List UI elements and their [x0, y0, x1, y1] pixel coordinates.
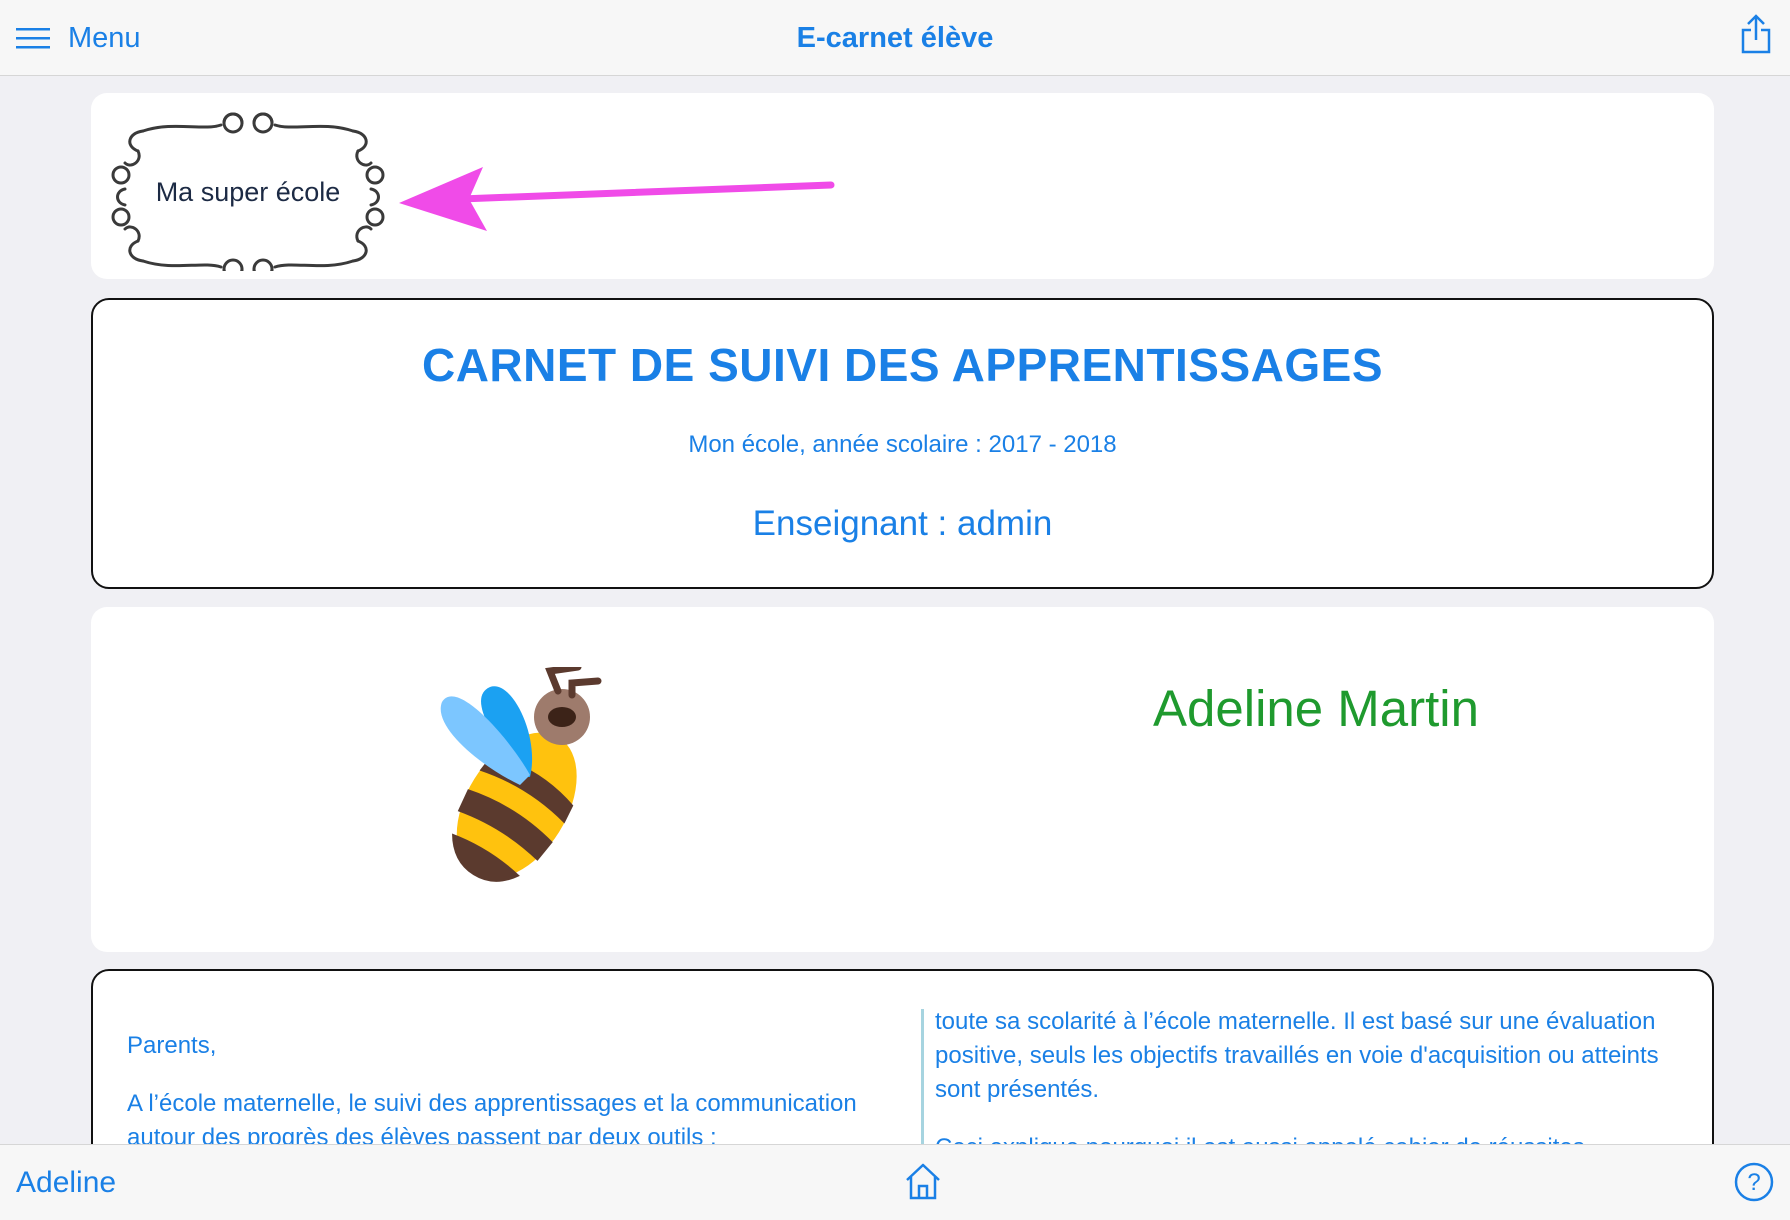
intro-text-card: Parents, A l’école maternelle, le suivi …: [91, 969, 1714, 1144]
help-button[interactable]: ?: [1734, 1162, 1774, 1207]
bee-icon: [440, 667, 602, 882]
svg-text:?: ?: [1747, 1169, 1760, 1196]
menu-label: Menu: [68, 21, 141, 54]
school-logo-card: Ma super école: [91, 93, 1714, 279]
student-card: Adeline Martin: [91, 607, 1714, 952]
pointer-arrow: [399, 167, 835, 231]
share-icon: [1741, 14, 1771, 54]
user-button[interactable]: Adeline: [16, 1145, 116, 1220]
school-year: Mon école, année scolaire : 2017 - 2018: [688, 431, 1117, 458]
title-card: CARNET DE SUIVI DES APPRENTISSAGES Mon é…: [91, 298, 1714, 589]
student-name: Adeline Martin: [1153, 680, 1479, 737]
page-title: E-carnet élève: [796, 21, 994, 54]
booklet-title: CARNET DE SUIVI DES APPRENTISSAGES: [421, 339, 1383, 391]
help-icon: ?: [1734, 1162, 1774, 1202]
top-bar: Menu E-carnet élève: [0, 0, 1790, 76]
share-button[interactable]: [1740, 14, 1772, 59]
content-area[interactable]: Ma super école CARNET DE SUIVI DES APPRE…: [0, 77, 1790, 1144]
bottom-bar: Adeline ?: [0, 1144, 1790, 1220]
logo-text: Ma super école: [156, 177, 341, 207]
home-button[interactable]: [903, 1161, 943, 1206]
column-divider: [921, 1009, 924, 1144]
intro-paragraph: Ceci explique pourquoi il est aussi appe…: [935, 1131, 1695, 1144]
school-logo: Ma super école: [111, 112, 385, 271]
menu-button[interactable]: Menu: [16, 0, 141, 76]
hamburger-icon: [16, 28, 50, 49]
teacher-name: Enseignant : admin: [752, 504, 1053, 543]
intro-right-column: toute sa scolarité à l’école maternelle.…: [935, 1005, 1695, 1144]
intro-paragraph: A l’école maternelle, le suivi des appre…: [127, 1090, 857, 1144]
intro-paragraph: Parents,: [127, 1032, 217, 1059]
intro-paragraph: toute sa scolarité à l’école maternelle.…: [935, 1008, 1659, 1103]
home-icon: [906, 1163, 940, 1200]
intro-left-column: Parents, A l’école maternelle, le suivi …: [127, 1029, 907, 1144]
